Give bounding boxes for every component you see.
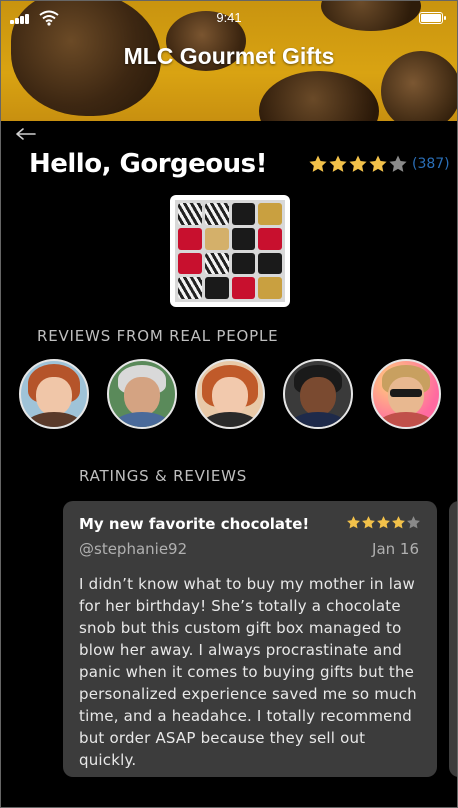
review-card[interactable]: My new favorite chocolate! @stephanie92 …: [63, 501, 437, 777]
star-icon: [349, 155, 367, 172]
chocolate-piece: [178, 203, 202, 225]
status-bar: 9:41: [1, 1, 457, 35]
battery-icon: [419, 12, 446, 24]
review-body: I didn’t know what to buy my mother in l…: [79, 575, 417, 769]
chocolate-piece: [204, 252, 229, 275]
star-icon: [377, 516, 390, 529]
star-icon: [362, 516, 375, 529]
star-icon: [392, 516, 405, 529]
chocolate-piece: [204, 203, 229, 225]
hero-title: MLC Gourmet Gifts: [123, 43, 335, 69]
chocolate-piece: [258, 203, 282, 225]
review-stars: [346, 515, 421, 530]
reviewer-avatar[interactable]: [195, 359, 265, 429]
reviewers-section-label: REVIEWS FROM REAL PEOPLE: [37, 327, 279, 345]
reviewer-avatar[interactable]: [283, 359, 353, 429]
page-greeting: Hello, Gorgeous!: [29, 149, 267, 179]
status-time: 9:41: [216, 10, 242, 25]
review-date: Jan 16: [372, 540, 419, 558]
chocolate-box-grid: [175, 200, 285, 302]
rating-stars: [308, 154, 408, 174]
star-icon: [369, 155, 387, 172]
star-icon: [347, 516, 360, 529]
next-review-card[interactable]: [449, 501, 457, 777]
review-title: My new favorite chocolate!: [79, 515, 310, 533]
star-icon: [407, 516, 420, 529]
chocolate-piece: [258, 227, 282, 250]
chocolate-piece: [231, 252, 256, 275]
review-username: @stephanie92: [79, 540, 188, 558]
star-icon: [389, 155, 407, 172]
chocolate-piece: [231, 203, 256, 225]
arrow-left-icon[interactable]: [15, 125, 37, 143]
ratings-section-label: RATINGS & REVIEWS: [79, 467, 248, 485]
reviewer-avatar[interactable]: [19, 359, 89, 429]
chocolate-piece: [258, 277, 282, 299]
chocolate-piece: [204, 227, 229, 250]
chocolate-piece: [178, 277, 202, 299]
chocolate-acorn-image: [259, 71, 379, 121]
star-icon: [309, 155, 327, 172]
chocolate-piece: [178, 227, 202, 250]
reviewer-avatar[interactable]: [107, 359, 177, 429]
product-image[interactable]: [170, 195, 290, 307]
chocolate-piece: [231, 227, 256, 250]
app-screen: MLC Gourmet Gifts 9:41 Hello, Gorgeous! …: [0, 0, 458, 808]
product-rating[interactable]: (387): [308, 153, 450, 175]
chocolate-piece: [258, 252, 282, 275]
chocolate-piece: [231, 277, 256, 299]
rating-count[interactable]: (387): [412, 156, 450, 172]
reviewer-avatar[interactable]: [371, 359, 441, 429]
chocolate-piece: [178, 252, 202, 275]
star-icon: [329, 155, 347, 172]
chocolate-piece: [204, 277, 229, 299]
